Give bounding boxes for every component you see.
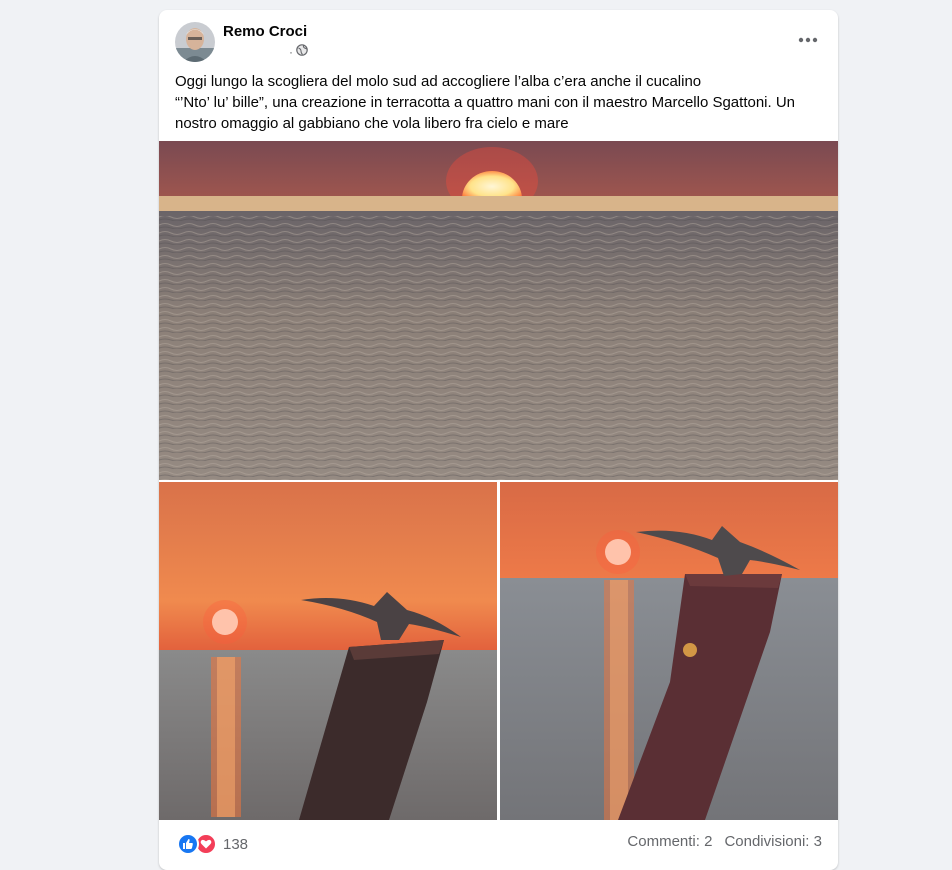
post-stats: Commenti: 2 Condivisioni: 3 xyxy=(627,833,822,850)
post-text-line-3: nostro omaggio al gabbiano che vola libe… xyxy=(175,115,569,132)
like-icon xyxy=(177,833,199,855)
shares-count-link[interactable]: Condivisioni: 3 xyxy=(724,833,822,850)
post-text-line-1: Oggi lungo la scogliera del molo sud ad … xyxy=(175,73,702,90)
post-footer: 138 Commenti: 2 Condivisioni: 3 xyxy=(159,822,838,862)
avatar[interactable] xyxy=(175,22,215,62)
photo-seagull-1[interactable] xyxy=(159,482,497,820)
post-meta: · xyxy=(223,44,308,60)
photo-seagull-2[interactable] xyxy=(500,482,838,820)
more-horizontal-icon xyxy=(798,37,818,43)
comments-count-link[interactable]: Commenti: 2 xyxy=(627,833,712,850)
reaction-count: 138 xyxy=(223,835,249,853)
post-header: Remo Croci · xyxy=(159,10,838,72)
meta-separator: · xyxy=(289,45,293,59)
post-text: Oggi lungo la scogliera del molo sud ad … xyxy=(175,71,825,134)
globe-icon[interactable] xyxy=(296,43,308,61)
photo-sunrise[interactable] xyxy=(159,141,838,480)
post-card: Remo Croci · Oggi lungo la scogliera del… xyxy=(159,10,838,870)
author-name[interactable]: Remo Croci xyxy=(223,23,307,40)
more-options-button[interactable] xyxy=(794,28,822,52)
post-text-line-2: “’Nto’ lu’ bille”, una creazione in terr… xyxy=(175,94,796,111)
reactions-summary[interactable]: 138 xyxy=(177,833,248,855)
